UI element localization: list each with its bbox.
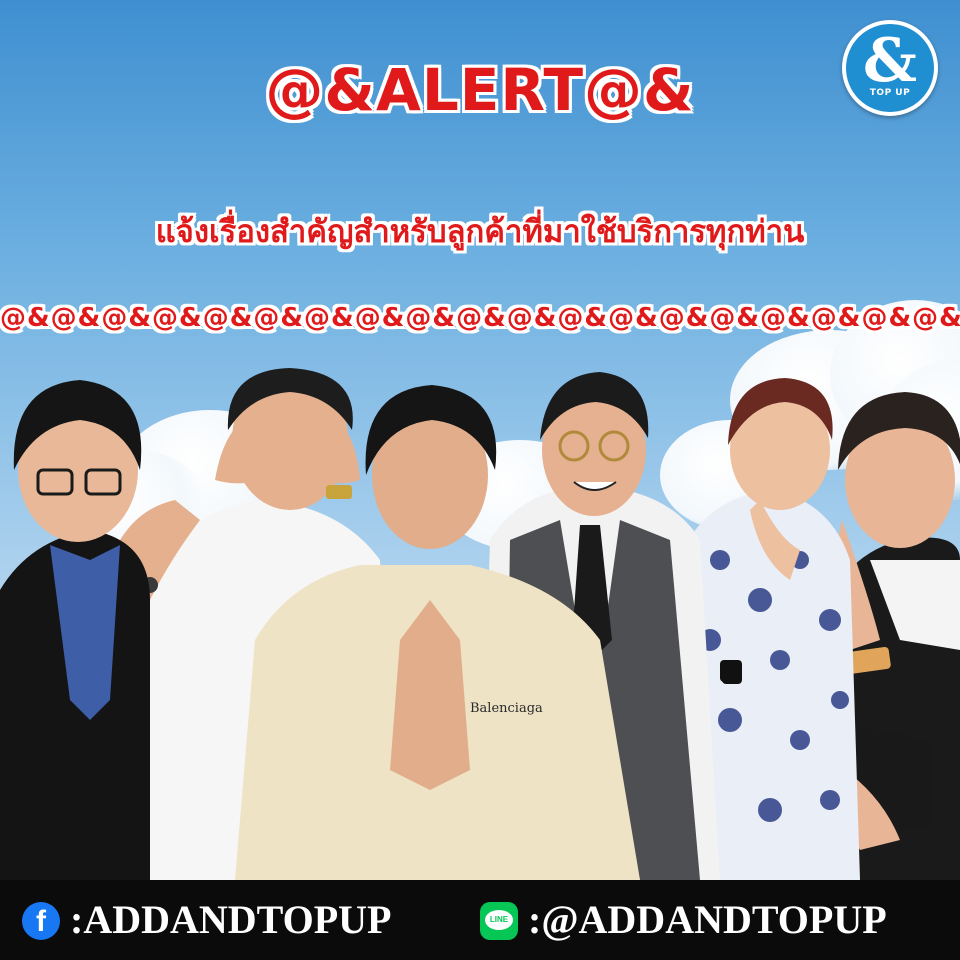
- line-glyph: LINE: [489, 915, 509, 924]
- line-icon[interactable]: LINE: [480, 902, 518, 940]
- facebook-icon[interactable]: f: [22, 902, 60, 940]
- facebook-handle[interactable]: :ADDANDTOPUP: [70, 896, 391, 944]
- people-group-illustration: Balenciaga: [0, 368, 960, 880]
- line-bubble: LINE: [485, 910, 513, 930]
- person-man-glasses-suit: [0, 380, 150, 880]
- shirt-print-text: Balenciaga: [470, 701, 543, 716]
- footer-bar: f :ADDANDTOPUP LINE :@ADDANDTOPUP: [0, 880, 960, 960]
- line-handle[interactable]: :@ADDANDTOPUP: [528, 896, 887, 944]
- facebook-glyph: f: [36, 905, 46, 938]
- poster-canvas: @&ALERT@& แจ้งเรื่องสำคัญสำหรับลูกค้าที่…: [0, 0, 960, 960]
